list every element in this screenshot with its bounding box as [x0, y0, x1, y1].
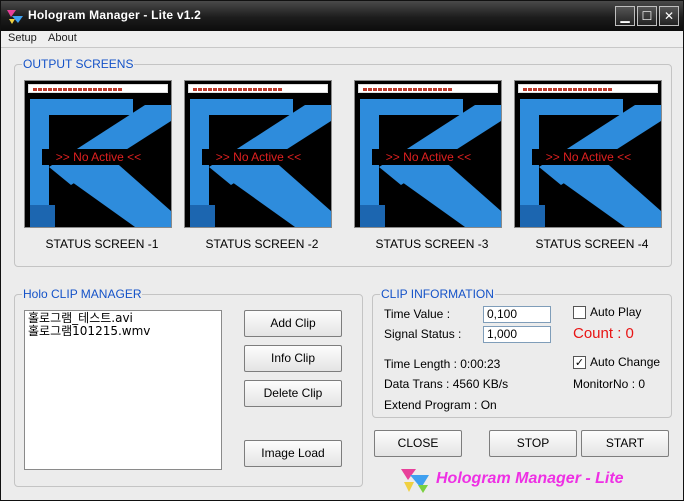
screen-progress-bar: [518, 84, 658, 93]
status-screen-label-3: STATUS SCREEN -3: [375, 237, 489, 251]
auto-change-label: Auto Change: [590, 355, 661, 369]
menu-bar: Setup About: [1, 31, 683, 48]
status-screen-label-2: STATUS SCREEN -2: [205, 237, 319, 251]
status-screen-2[interactable]: >> No Active <<: [184, 80, 332, 228]
info-clip-button[interactable]: Info Clip: [244, 345, 342, 372]
delete-clip-button[interactable]: Delete Clip: [244, 380, 342, 407]
count-display: Count : 0: [573, 325, 634, 342]
app-window: Hologram Manager - Lite v1.2 ▁ ☐ ✕ Setup…: [0, 0, 684, 501]
auto-change-checkbox[interactable]: ✓: [573, 356, 586, 369]
stop-button[interactable]: STOP: [489, 430, 577, 457]
screen-progress-bar: [28, 84, 168, 93]
data-trans-text: Data Trans : 4560 KB/s: [384, 377, 509, 391]
monitor-no-text: MonitorNo : 0: [573, 377, 646, 391]
clip-list[interactable]: 홀로그램_테스트.avi 홀로그램101215.wmv: [24, 310, 222, 470]
status-screen-label-4: STATUS SCREEN -4: [535, 237, 649, 251]
signal-status-field[interactable]: 1,000: [483, 326, 551, 343]
output-screens-legend: OUTPUT SCREENS: [22, 57, 135, 71]
screen-status-text: >> No Active <<: [42, 149, 155, 165]
image-load-button[interactable]: Image Load: [244, 440, 342, 467]
menu-setup[interactable]: Setup: [8, 32, 37, 44]
close-window-button[interactable]: ✕: [659, 6, 679, 26]
minimize-button[interactable]: ▁: [615, 6, 635, 26]
app-logo-icon: [7, 10, 23, 24]
add-clip-button[interactable]: Add Clip: [244, 310, 342, 337]
title-bar[interactable]: Hologram Manager - Lite v1.2 ▁ ☐ ✕: [1, 1, 683, 31]
screen-status-text: >> No Active <<: [532, 149, 645, 165]
clip-list-item[interactable]: 홀로그램101215.wmv: [28, 325, 218, 338]
auto-play-label: Auto Play: [590, 305, 642, 319]
screen-status-text: >> No Active <<: [372, 149, 485, 165]
clip-manager-legend: Holo CLIP MANAGER: [22, 287, 143, 301]
auto-play-checkbox[interactable]: [573, 306, 586, 319]
screen-status-text: >> No Active <<: [202, 149, 315, 165]
time-value-field[interactable]: 0,100: [483, 306, 551, 323]
time-length-text: Time Length : 0:00:23: [384, 357, 501, 371]
screen-progress-bar: [358, 84, 498, 93]
maximize-button[interactable]: ☐: [637, 6, 657, 26]
time-value-label: Time Value :: [384, 307, 451, 321]
brand-logo-icon: [401, 469, 429, 493]
start-button[interactable]: START: [581, 430, 669, 457]
status-screen-1[interactable]: >> No Active <<: [24, 80, 172, 228]
signal-status-label: Signal Status :: [384, 327, 462, 341]
status-screen-label-1: STATUS SCREEN -1: [45, 237, 159, 251]
window-title: Hologram Manager - Lite v1.2: [28, 8, 201, 22]
status-screen-3[interactable]: >> No Active <<: [354, 80, 502, 228]
extend-program-text: Extend Program : On: [384, 398, 497, 412]
menu-about[interactable]: About: [48, 32, 77, 44]
status-screen-4[interactable]: >> No Active <<: [514, 80, 662, 228]
brand-text: Hologram Manager - Lite: [436, 470, 624, 487]
screen-progress-bar: [188, 84, 328, 93]
close-button[interactable]: CLOSE: [374, 430, 462, 457]
clip-information-legend: CLIP INFORMATION: [380, 287, 495, 301]
